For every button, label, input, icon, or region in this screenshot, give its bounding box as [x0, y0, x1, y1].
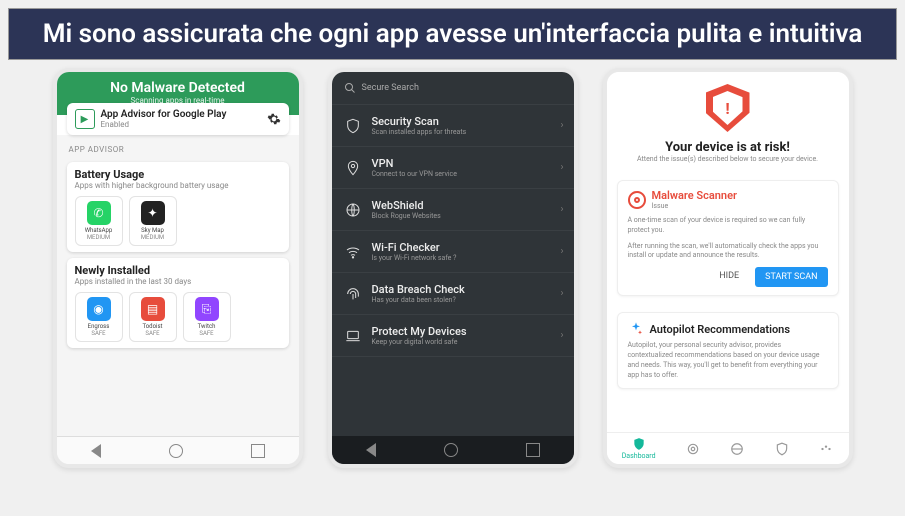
shield-tab-icon	[775, 442, 789, 456]
phones-row: No Malware Detected Scanning apps in rea…	[0, 68, 905, 468]
twitch-icon: ⎘	[195, 297, 219, 321]
sparkle-icon	[628, 321, 644, 337]
tab-dashboard[interactable]: Dashboard	[622, 437, 656, 460]
newly-installed-card: Newly Installed Apps installed in the la…	[67, 258, 289, 348]
row-security-scan[interactable]: Security ScanScan installed apps for thr…	[332, 105, 574, 147]
tab-more[interactable]	[819, 442, 833, 456]
malware-issue-label: Issue	[652, 202, 737, 210]
row-protect-devices[interactable]: Protect My DevicesKeep your digital worl…	[332, 315, 574, 357]
tab-privacy[interactable]	[775, 442, 789, 456]
nav-recent-icon[interactable]	[526, 443, 540, 457]
globe-tab-icon	[730, 442, 744, 456]
autopilot-card: Autopilot Recommendations Autopilot, you…	[617, 312, 839, 389]
gear-icon[interactable]	[267, 112, 281, 126]
autopilot-text: Autopilot, your personal security adviso…	[628, 341, 828, 380]
wifi-icon	[344, 243, 362, 261]
section-header-advisor: APP ADVISOR	[57, 139, 299, 156]
tab-web[interactable]	[730, 442, 744, 456]
fingerprint-icon	[344, 285, 362, 303]
nav-back-icon[interactable]	[366, 443, 376, 457]
newly-sub: Apps installed in the last 30 days	[75, 277, 281, 286]
chevron-right-icon: ›	[560, 246, 563, 257]
autopilot-title: Autopilot Recommendations	[650, 323, 791, 336]
alert-shield-icon: !	[703, 84, 753, 134]
chevron-right-icon: ›	[560, 120, 563, 131]
shield-check-icon	[632, 437, 646, 451]
android-navbar	[57, 436, 299, 464]
row-data-breach[interactable]: Data Breach CheckHas your data been stol…	[332, 273, 574, 315]
nav-back-icon[interactable]	[91, 444, 101, 458]
malware-title: Malware Scanner	[652, 189, 737, 202]
shield-icon	[344, 117, 362, 135]
globe-icon	[344, 201, 362, 219]
app-chip-todoist[interactable]: ▤ Todoist SAFE	[129, 292, 177, 342]
secure-search-bar[interactable]: Secure Search	[332, 72, 574, 105]
battery-sub: Apps with higher background battery usag…	[75, 181, 281, 190]
malware-scanner-card: Malware Scanner Issue A one-time scan of…	[617, 180, 839, 296]
app-chip-twitch[interactable]: ⎘ Twitch SAFE	[183, 292, 231, 342]
nav-home-icon[interactable]	[169, 444, 183, 458]
chevron-right-icon: ›	[560, 162, 563, 173]
target-tab-icon	[686, 442, 700, 456]
app-advisor-status: Enabled	[101, 120, 227, 129]
nav-recent-icon[interactable]	[251, 444, 265, 458]
location-icon	[344, 159, 362, 177]
laptop-icon	[344, 327, 362, 345]
row-wifi-checker[interactable]: Wi-Fi CheckerIs your Wi-Fi network safe …	[332, 231, 574, 273]
newly-title: Newly Installed	[75, 264, 281, 277]
chevron-right-icon: ›	[560, 204, 563, 215]
bottom-tabs: Dashboard	[607, 432, 849, 464]
hide-button[interactable]: HIDE	[711, 267, 747, 287]
scan-status-title: No Malware Detected	[57, 80, 299, 96]
play-store-icon: ▶	[75, 109, 95, 129]
start-scan-button[interactable]: START SCAN	[755, 267, 827, 287]
engross-icon: ◉	[87, 297, 111, 321]
phone-1: No Malware Detected Scanning apps in rea…	[53, 68, 303, 468]
app-advisor-title: App Advisor for Google Play	[101, 109, 227, 120]
malware-text-2: After running the scan, we'll automatica…	[628, 242, 828, 262]
risk-title: Your device is at risk!	[623, 140, 833, 155]
app-chip-skymap[interactable]: ✦ Sky Map MEDIUM	[129, 196, 177, 246]
more-tab-icon	[819, 442, 833, 456]
app-chip-engross[interactable]: ◉ Engross SAFE	[75, 292, 123, 342]
row-webshield[interactable]: WebShieldBlock Rogue Websites ›	[332, 189, 574, 231]
battery-title: Battery Usage	[75, 168, 281, 181]
search-placeholder: Secure Search	[362, 83, 419, 93]
app-advisor-card[interactable]: ▶ App Advisor for Google Play Enabled	[67, 103, 289, 135]
tab-scanner[interactable]	[686, 442, 700, 456]
malware-text-1: A one-time scan of your device is requir…	[628, 216, 828, 236]
chevron-right-icon: ›	[560, 288, 563, 299]
nav-home-icon[interactable]	[444, 443, 458, 457]
battery-usage-card: Battery Usage Apps with higher backgroun…	[67, 162, 289, 252]
whatsapp-icon: ✆	[87, 201, 111, 225]
target-icon	[628, 191, 646, 209]
app-chip-whatsapp[interactable]: ✆ WhatsApp MEDIUM	[75, 196, 123, 246]
risk-subtitle: Attend the issue(s) described below to s…	[623, 155, 833, 164]
todoist-icon: ▤	[141, 297, 165, 321]
skymap-icon: ✦	[141, 201, 165, 225]
risk-header: ! Your device is at risk! Attend the iss…	[607, 72, 849, 172]
row-vpn[interactable]: VPNConnect to our VPN service ›	[332, 147, 574, 189]
android-navbar	[332, 436, 574, 464]
headline-banner: Mi sono assicurata che ogni app avesse u…	[8, 8, 897, 60]
search-icon	[344, 82, 356, 94]
headline-text: Mi sono assicurata che ogni app avesse u…	[43, 19, 863, 49]
phone-2: Secure Search Security ScanScan installe…	[328, 68, 578, 468]
chevron-right-icon: ›	[560, 330, 563, 341]
phone-3: ! Your device is at risk! Attend the iss…	[603, 68, 853, 468]
